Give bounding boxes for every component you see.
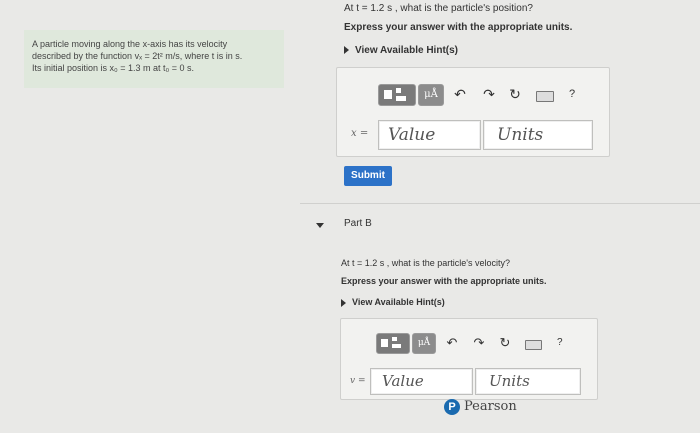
- pearson-logo: P: [444, 399, 460, 415]
- value-input[interactable]: Value: [378, 120, 481, 150]
- variable-x-label: x =: [351, 128, 369, 139]
- section-divider: [300, 203, 700, 204]
- part-a-hint-toggle[interactable]: View Available Hint(s): [344, 45, 458, 56]
- triangle-right-icon: [341, 298, 346, 307]
- keyboard-icon[interactable]: [525, 340, 542, 350]
- part-a-hint-label: View Available Hint(s): [355, 45, 458, 56]
- value-input[interactable]: Value: [370, 368, 473, 395]
- undo-icon[interactable]: ↶: [452, 87, 468, 101]
- reset-icon[interactable]: ↻: [507, 87, 523, 101]
- units-input[interactable]: Units: [483, 120, 593, 150]
- part-b-hint-label: View Available Hint(s): [352, 297, 445, 307]
- redo-icon[interactable]: ↷: [481, 87, 497, 101]
- problem-line-1: A particle moving along the x-axis has i…: [32, 39, 228, 49]
- part-a-question: At t = 1.2 s , what is the particle's po…: [344, 3, 533, 14]
- problem-line-3: Its initial position is x₀ = 1.3 m at t₀…: [32, 63, 195, 73]
- part-b-instruction: Express your answer with the appropriate…: [341, 276, 547, 286]
- part-b-title[interactable]: Part B: [344, 218, 372, 229]
- pearson-brand: Pearson: [464, 399, 517, 414]
- units-input[interactable]: Units: [475, 368, 581, 395]
- variable-v-label: v =: [350, 376, 366, 386]
- triangle-right-icon: [344, 46, 349, 55]
- part-a-answer-panel: μÅ ↶ ↷ ↻ ? x = Value Units: [336, 67, 610, 157]
- problem-statement: A particle moving along the x-axis has i…: [24, 30, 284, 88]
- reset-icon[interactable]: ↻: [497, 336, 513, 350]
- keyboard-icon[interactable]: [536, 91, 554, 102]
- part-b-question: At t = 1.2 s , what is the particle's ve…: [341, 258, 511, 268]
- redo-icon[interactable]: ↷: [471, 336, 487, 350]
- symbols-button[interactable]: μÅ: [412, 333, 436, 354]
- undo-icon[interactable]: ↶: [444, 336, 460, 350]
- chevron-down-icon[interactable]: [316, 223, 324, 228]
- part-b-answer-panel: μÅ ↶ ↷ ↻ ? v = Value Units: [340, 318, 598, 400]
- help-icon[interactable]: ?: [569, 88, 575, 100]
- part-a-instruction: Express your answer with the appropriate…: [344, 22, 573, 33]
- symbols-button[interactable]: μÅ: [418, 84, 444, 106]
- help-icon[interactable]: ?: [557, 337, 563, 348]
- part-b-hint-toggle[interactable]: View Available Hint(s): [341, 297, 445, 307]
- templates-icon[interactable]: [376, 333, 410, 354]
- templates-icon[interactable]: [378, 84, 416, 106]
- submit-button[interactable]: Submit: [344, 166, 392, 186]
- problem-line-2: described by the function vₓ = 2t² m/s, …: [32, 51, 243, 61]
